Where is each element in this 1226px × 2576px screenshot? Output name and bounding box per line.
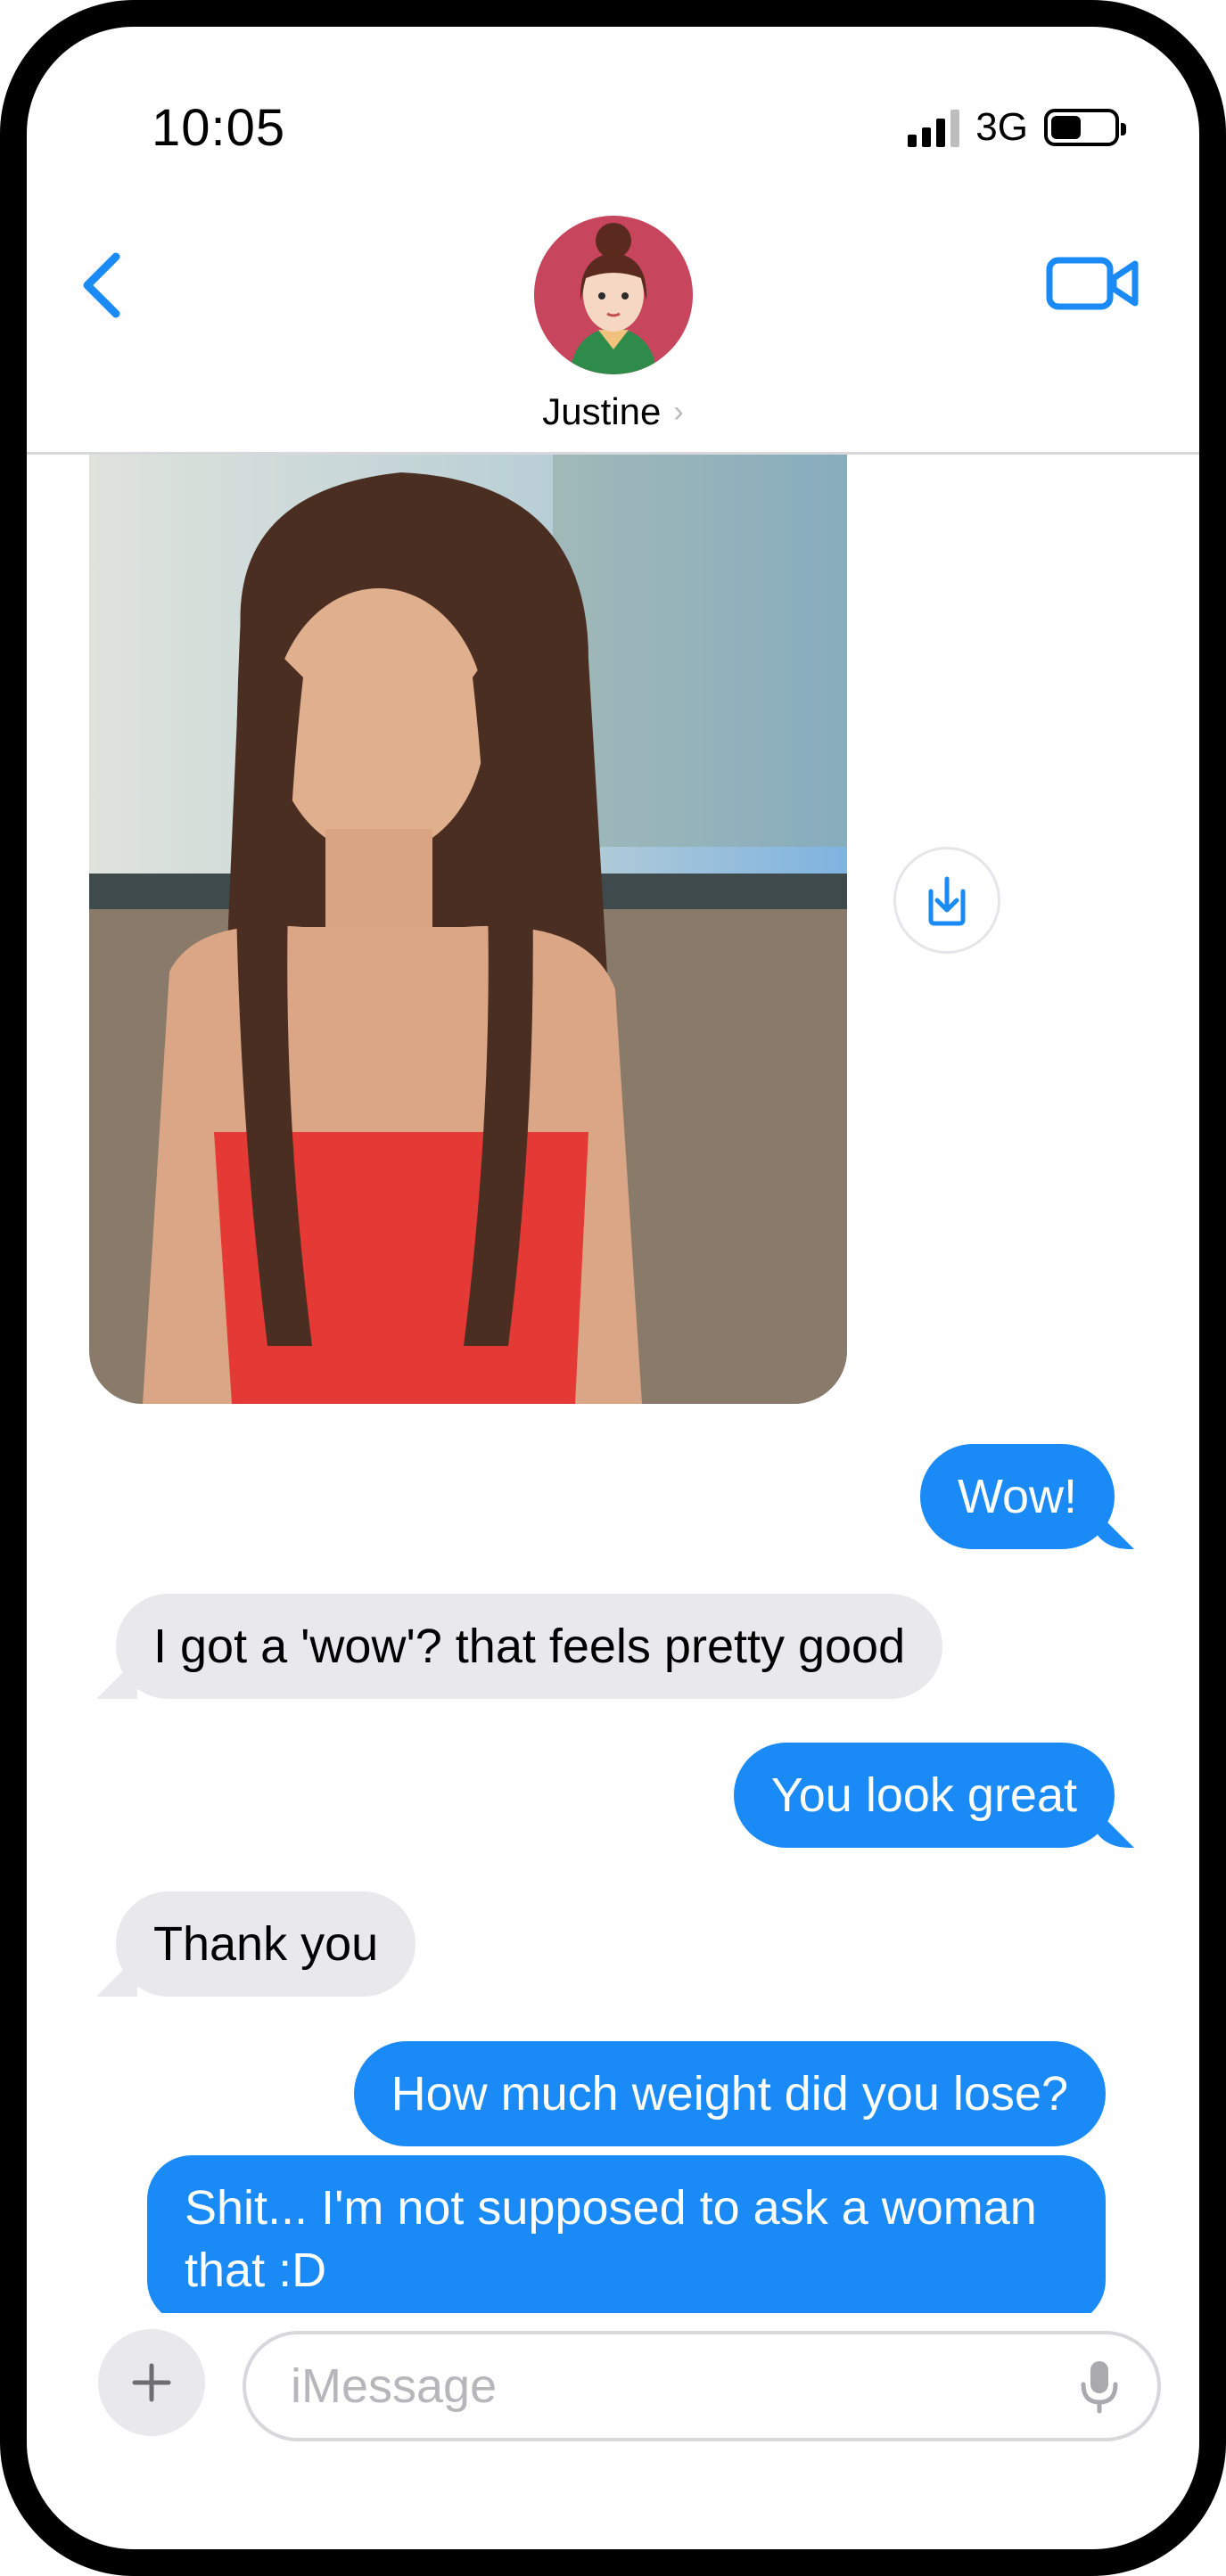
video-camera-icon — [1046, 257, 1139, 310]
message-bubble-sent[interactable]: You look great — [733, 1743, 1115, 1848]
compose-bar — [27, 2313, 1199, 2441]
conversation-header: Justine › — [27, 205, 1199, 455]
chevron-right-icon: › — [673, 394, 684, 429]
message-bubble-received[interactable]: I got a 'wow'? that feels pretty good — [116, 1594, 943, 1699]
message-bubble-sent[interactable]: Wow! — [919, 1444, 1115, 1549]
dictation-button[interactable] — [1077, 2358, 1122, 2415]
signal-strength-icon — [908, 108, 960, 147]
message-thread[interactable]: Wow! I got a 'wow'? that feels pretty go… — [27, 455, 1199, 2313]
contact-avatar — [533, 216, 693, 374]
message-input[interactable] — [243, 2331, 1161, 2441]
microphone-icon — [1081, 2361, 1118, 2414]
contact-info[interactable]: Justine › — [27, 205, 1199, 433]
message-bubble-received[interactable]: Thank you — [116, 1891, 416, 1997]
battery-icon — [1044, 109, 1126, 146]
download-icon — [928, 876, 966, 926]
status-time: 10:05 — [152, 99, 286, 157]
save-image-button[interactable] — [893, 847, 1000, 954]
message-bubble-sent[interactable]: How much weight did you lose? — [353, 2041, 1106, 2146]
contact-name: Justine — [542, 390, 662, 432]
plus-icon — [132, 2363, 171, 2402]
status-indicators: 3G — [908, 105, 1126, 150]
phone-frame: 10:05 3G Justine › Wow! I got a 'wow'? t… — [0, 0, 1226, 2576]
add-attachment-button[interactable] — [98, 2329, 205, 2436]
status-bar: 10:05 3G — [27, 27, 1199, 205]
contact-name-row[interactable]: Justine › — [542, 390, 683, 433]
photo-attachment[interactable] — [89, 455, 847, 1404]
message-bubble-sent[interactable]: Shit... I'm not supposed to ask a woman … — [147, 2155, 1106, 2313]
video-call-button[interactable] — [1044, 248, 1142, 319]
network-type: 3G — [975, 105, 1028, 149]
